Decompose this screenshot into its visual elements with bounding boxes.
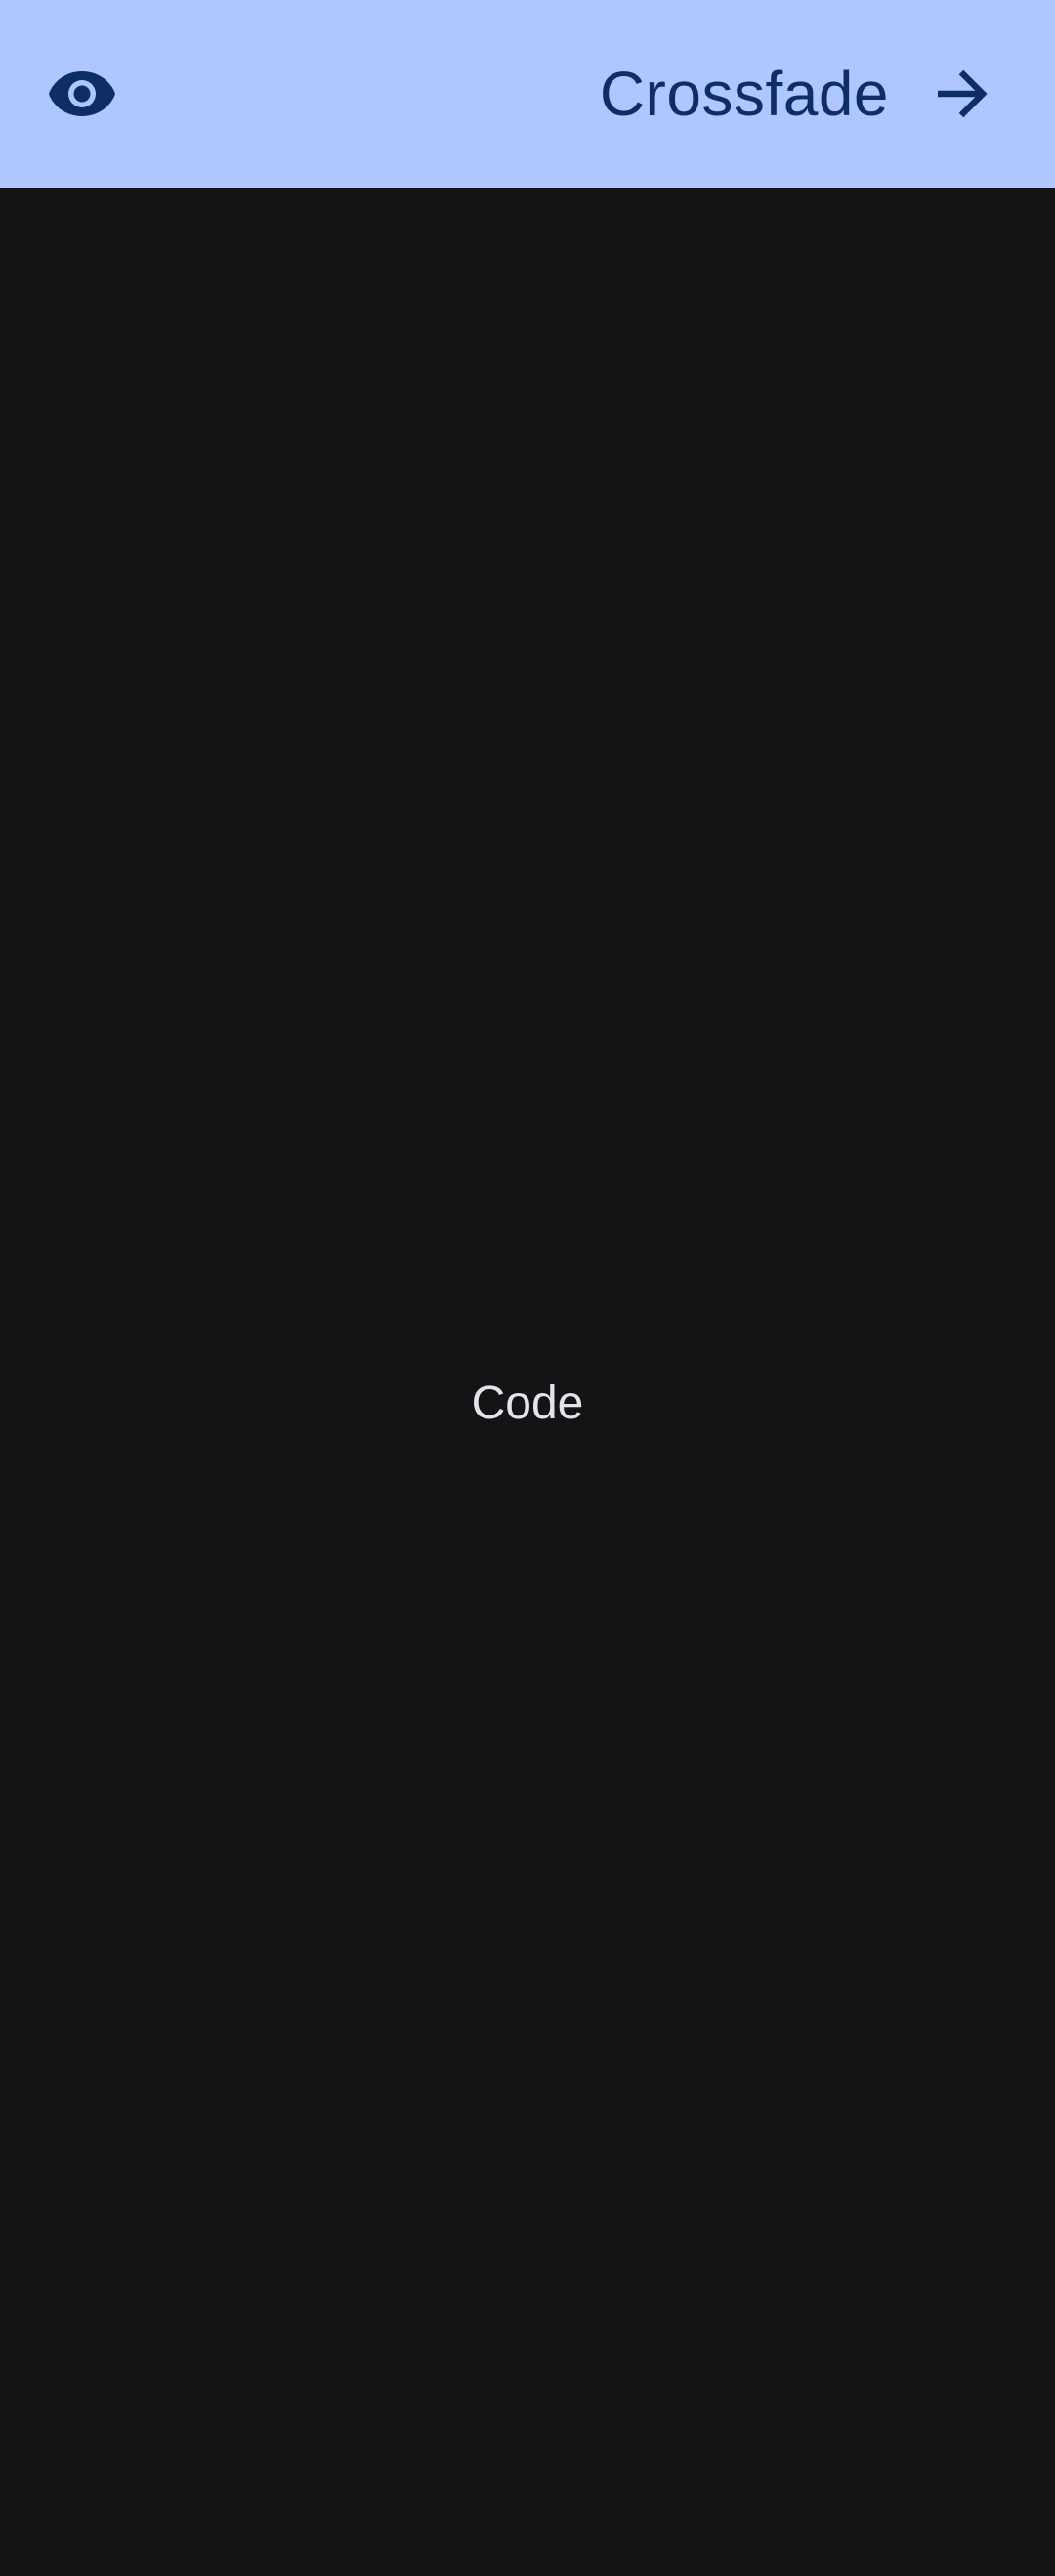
preview-toggle-button[interactable] [33,45,131,143]
arrow-forward-icon [938,69,988,118]
top-app-bar: Crossfade [0,0,1055,188]
eye-icon [49,71,115,116]
crossfade-text: Code [471,1377,584,1429]
next-button[interactable] [908,40,1016,148]
app-bar-title: Crossfade [599,59,889,129]
